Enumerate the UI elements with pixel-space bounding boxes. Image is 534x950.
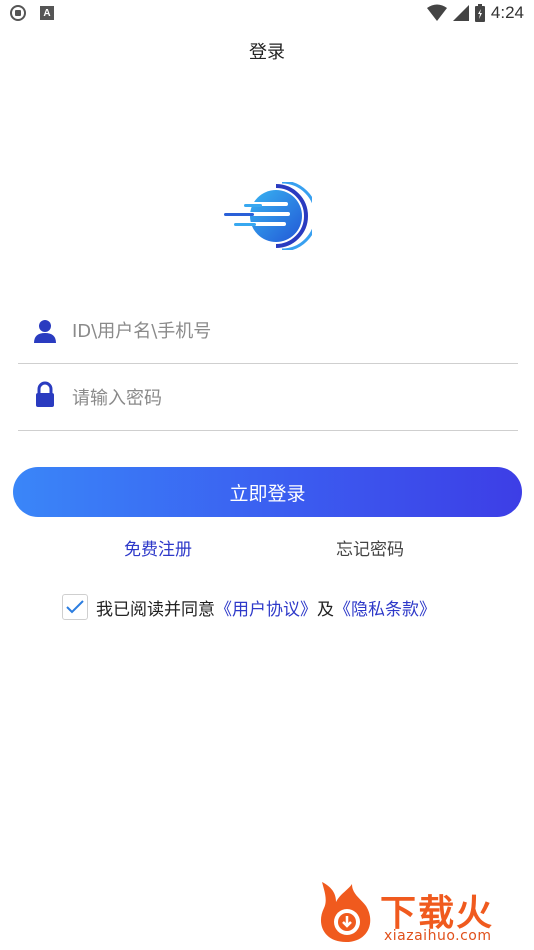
username-row bbox=[18, 298, 518, 364]
agreement-prefix: 我已阅读并同意 bbox=[96, 599, 215, 620]
forgot-password-link[interactable]: 忘记密码 bbox=[336, 535, 404, 560]
battery-icon bbox=[474, 4, 485, 22]
shield-icon bbox=[10, 5, 26, 21]
watermark-url: xiazaihuo.com bbox=[384, 928, 492, 944]
a-icon: A bbox=[40, 6, 54, 20]
user-icon bbox=[34, 320, 56, 343]
privacy-policy-link[interactable]: 《隐私条款》 bbox=[334, 595, 436, 620]
register-link[interactable]: 免费注册 bbox=[124, 535, 192, 560]
wifi-icon bbox=[426, 4, 447, 21]
status-bar-left: A bbox=[10, 5, 54, 21]
status-bar: A 4:24 bbox=[0, 0, 534, 28]
checkmark-icon bbox=[66, 600, 84, 614]
lock-icon bbox=[36, 381, 54, 407]
status-time: 4:24 bbox=[490, 3, 524, 22]
user-agreement-link[interactable]: 《用户协议》 bbox=[215, 595, 317, 620]
password-row bbox=[18, 365, 518, 431]
agreement-checkbox[interactable] bbox=[62, 594, 88, 620]
password-input[interactable] bbox=[72, 379, 502, 417]
page-title: 登录 bbox=[249, 42, 285, 63]
agreement-row: 我已阅读并同意 《用户协议》 及 《隐私条款》 bbox=[62, 594, 436, 620]
username-input[interactable] bbox=[72, 312, 502, 350]
watermark: 下载火 xiazaihuo.com bbox=[314, 880, 530, 946]
signal-icon bbox=[452, 5, 469, 21]
login-button[interactable]: 立即登录 bbox=[13, 467, 522, 517]
app-logo bbox=[224, 182, 312, 250]
flame-logo-icon bbox=[320, 882, 371, 942]
status-bar-right: 4:24 bbox=[426, 3, 524, 23]
agreement-connector: 及 bbox=[317, 599, 334, 620]
